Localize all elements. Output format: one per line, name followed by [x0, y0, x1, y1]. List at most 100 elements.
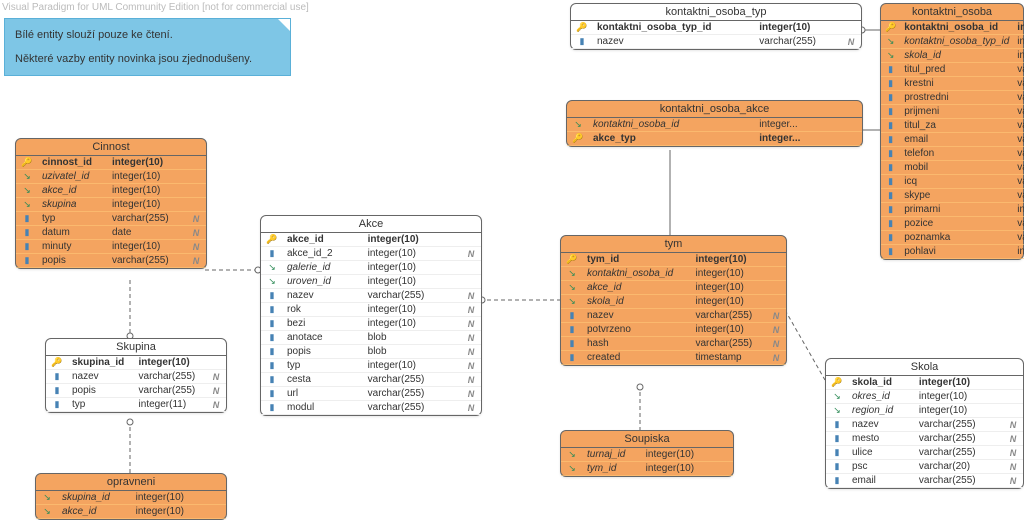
entity-opravneni[interactable]: opravneni↘skupina_idinteger(10)↘akce_idi… — [35, 473, 227, 520]
nullable-badge: N — [1003, 460, 1023, 474]
column-row: ▮mobilvarchar(45)N — [881, 161, 1024, 175]
column-icon: ▮ — [881, 91, 900, 105]
column-name: tym_id — [583, 462, 642, 476]
nullable-badge: N — [766, 351, 786, 365]
column-type: integer(10) — [1013, 203, 1024, 217]
column-row: ▮pscvarchar(20)N — [826, 460, 1023, 474]
entity-Akce[interactable]: Akce🔑akce_idinteger(10)▮akce_id_2integer… — [260, 215, 482, 416]
entity-kontaktni_osoba[interactable]: kontaktni_osoba🔑kontaktni_osoba_idintege… — [880, 3, 1024, 260]
column-row: 🔑akce_typinteger... — [567, 132, 862, 146]
nullable-badge: N — [461, 345, 481, 359]
column-type: blob — [364, 345, 461, 359]
column-row: ↘akce_idinteger(10) — [16, 184, 206, 198]
column-row: ▮modulvarchar(255)N — [261, 401, 481, 415]
column-type: varchar(255) — [755, 35, 841, 49]
nullable-badge: N — [186, 240, 206, 254]
fk-icon: ↘ — [881, 49, 900, 63]
column-icon: ▮ — [46, 398, 68, 412]
column-icon: ▮ — [261, 303, 283, 317]
column-type: integer(10) — [108, 184, 186, 198]
column-type: varchar(20) — [915, 460, 1003, 474]
entity-title: Skola — [826, 359, 1023, 376]
entity-Skola[interactable]: Skola🔑skola_idinteger(10)↘okres_idintege… — [825, 358, 1024, 489]
nullable-badge: N — [461, 373, 481, 387]
entity-Soupiska[interactable]: Soupiska↘turnaj_idinteger(10)↘tym_idinte… — [560, 430, 734, 477]
column-row: ↘skola_idinteger(10) — [881, 49, 1024, 63]
column-type: integer... — [755, 118, 842, 132]
entity-kontaktni_osoba_akce[interactable]: kontaktni_osoba_akce↘kontaktni_osoba_idi… — [566, 100, 863, 147]
nullable-badge — [1003, 376, 1023, 390]
entity-kontaktni_osoba_typ[interactable]: kontaktni_osoba_typ🔑kontaktni_osoba_typ_… — [570, 3, 862, 50]
column-name: potvrzeno — [583, 323, 691, 337]
column-type: integer(10) — [364, 317, 461, 331]
nullable-badge: N — [206, 384, 226, 398]
column-icon: ▮ — [881, 189, 900, 203]
column-name: nazev — [283, 289, 364, 303]
column-icon: ▮ — [261, 359, 283, 373]
nullable-badge — [461, 261, 481, 275]
column-row: 🔑kontaktni_osoba_typ_idinteger(10) — [571, 21, 861, 35]
nullable-badge — [766, 267, 786, 281]
entity-columns: ↘kontaktni_osoba_idinteger...🔑akce_typin… — [567, 118, 862, 146]
column-type: integer(10) — [364, 233, 461, 247]
nullable-badge: N — [1003, 432, 1023, 446]
column-type: integer(10) — [915, 404, 1003, 418]
column-icon: ▮ — [261, 345, 283, 359]
column-type: integer... — [755, 132, 842, 146]
column-type: varchar(45) — [1013, 105, 1024, 119]
column-row: ↘uzivatel_idinteger(10) — [16, 170, 206, 184]
column-type: integer(10) — [108, 198, 186, 212]
column-icon: ▮ — [561, 309, 583, 323]
nullable-badge: N — [461, 289, 481, 303]
column-row: ▮potvrzenointeger(10)N — [561, 323, 786, 337]
column-type: varchar(20) — [1013, 63, 1024, 77]
column-type: integer(10) — [691, 281, 766, 295]
column-name: mobil — [900, 161, 1013, 175]
column-name: nazev — [593, 35, 755, 49]
column-name: akce_id — [38, 184, 108, 198]
column-name: created — [583, 351, 691, 365]
column-icon: ▮ — [881, 161, 900, 175]
column-name: primarni — [900, 203, 1013, 217]
column-row: 🔑skola_idinteger(10) — [826, 376, 1023, 390]
column-row: ↘uroven_idinteger(10) — [261, 275, 481, 289]
column-row: 🔑cinnost_idinteger(10) — [16, 156, 206, 170]
column-row: ↘turnaj_idinteger(10) — [561, 448, 733, 462]
entity-Cinnost[interactable]: Cinnost🔑cinnost_idinteger(10)↘uzivatel_i… — [15, 138, 207, 269]
entity-tym[interactable]: tym🔑tym_idinteger(10)↘kontaktni_osoba_id… — [560, 235, 787, 366]
entity-Skupina[interactable]: Skupina🔑skupina_idinteger(10)▮nazevvarch… — [45, 338, 227, 413]
column-name: prostredni — [900, 91, 1013, 105]
column-type: varchar(255) — [135, 384, 206, 398]
note-line1: Bílé entity slouží pouze ke čtení. — [15, 29, 280, 41]
column-row: ▮icqvarchar(45)N — [881, 175, 1024, 189]
column-type: varchar(255) — [691, 309, 766, 323]
column-name: hash — [583, 337, 691, 351]
column-row: ▮nazevvarchar(255)N — [46, 370, 226, 384]
key-icon: 🔑 — [46, 356, 68, 370]
column-name: titul_za — [900, 119, 1013, 133]
column-icon: ▮ — [826, 460, 848, 474]
column-row: ▮rokinteger(10)N — [261, 303, 481, 317]
fk-icon: ↘ — [561, 462, 583, 476]
column-name: kontaktni_osoba_typ_id — [900, 35, 1013, 49]
column-icon: ▮ — [46, 384, 68, 398]
column-row: ↘okres_idinteger(10) — [826, 390, 1023, 404]
column-type: varchar(255) — [364, 289, 461, 303]
column-type: varchar(255) — [364, 401, 461, 415]
column-row: ↘kontaktni_osoba_idinteger... — [567, 118, 862, 132]
entity-columns: 🔑tym_idinteger(10)↘kontaktni_osoba_idint… — [561, 253, 786, 365]
column-type: varchar(45) — [1013, 175, 1024, 189]
column-row: ▮cestavarchar(255)N — [261, 373, 481, 387]
nullable-badge: N — [1003, 474, 1023, 488]
column-icon: ▮ — [571, 35, 593, 49]
column-row: ↘akce_idinteger(10) — [561, 281, 786, 295]
column-name: skupina_id — [58, 491, 132, 505]
column-type: varchar(255) — [915, 446, 1003, 460]
nullable-badge — [1003, 390, 1023, 404]
entity-title: Skupina — [46, 339, 226, 356]
column-type: integer(10) — [642, 462, 713, 476]
nullable-badge — [766, 253, 786, 267]
column-icon: ▮ — [561, 323, 583, 337]
column-row: ▮ulicevarchar(255)N — [826, 446, 1023, 460]
column-row: ▮telefonvarchar(45)N — [881, 147, 1024, 161]
